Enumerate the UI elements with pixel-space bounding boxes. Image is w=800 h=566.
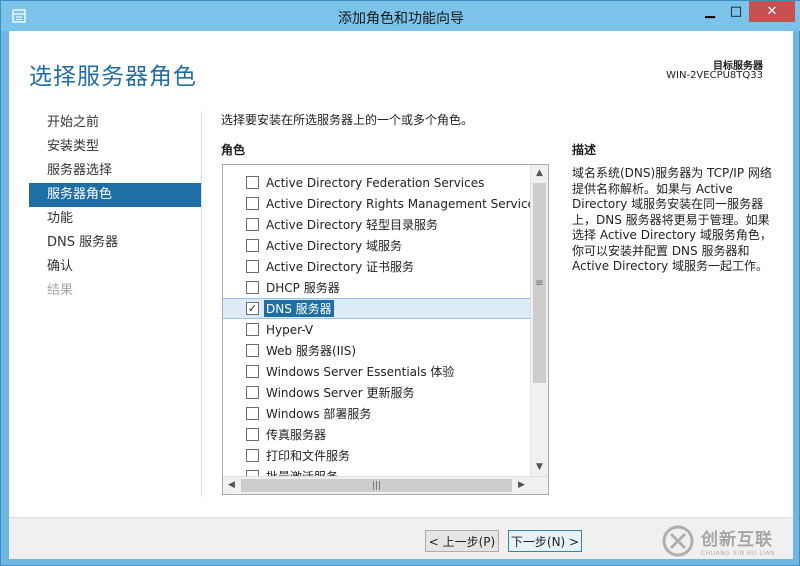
scroll-right-icon[interactable]: ▶ — [513, 477, 530, 494]
nav-item[interactable]: DNS 服务器 — [29, 231, 201, 255]
role-checkbox[interactable] — [246, 386, 259, 399]
role-row[interactable]: Active Directory 证书服务 — [223, 256, 530, 277]
role-checkbox[interactable] — [246, 449, 259, 462]
role-label: Web 服务器(IIS) — [266, 344, 357, 358]
nav-item[interactable]: 服务器角色 — [29, 183, 201, 207]
role-checkbox[interactable] — [246, 218, 259, 231]
wizard-window: 添加角色和功能向导 ▁ □ ✕ 选择服务器角色 目标服务器 WIN-2VECPU… — [0, 0, 800, 566]
nav-item: 结果 — [47, 283, 74, 298]
page-title: 选择服务器角色 — [29, 64, 197, 90]
nav-item[interactable]: 服务器选择 — [29, 159, 201, 183]
scroll-left-icon[interactable]: ◀ — [223, 477, 240, 494]
horizontal-scrollbar[interactable]: ◀ ||| ▶ — [223, 476, 548, 494]
watermark-logo-icon — [662, 525, 694, 556]
watermark-cn: 创新互联 — [701, 529, 773, 550]
window-title: 添加角色和功能向导 — [338, 11, 464, 27]
role-checkbox[interactable] — [246, 428, 259, 441]
role-checkbox[interactable] — [246, 281, 259, 294]
maximize-button[interactable]: □ — [723, 1, 749, 22]
role-checkbox[interactable] — [246, 260, 259, 273]
role-row[interactable]: Windows Server Essentials 体验 — [223, 361, 530, 382]
role-row[interactable]: 打印和文件服务 — [223, 445, 530, 466]
role-label: DHCP 服务器 — [266, 281, 340, 295]
wizard-content: 选择服务器角色 目标服务器 WIN-2VECPU8TQ33 开始之前 安装类型 服务… — [9, 31, 793, 559]
description-text: 域名系统(DNS)服务器为 TCP/IP 网络提供名称解析。如果与 Active… — [572, 166, 772, 273]
nav-item[interactable]: 开始之前 — [29, 111, 201, 135]
role-row[interactable]: Active Directory Federation Services — [223, 172, 530, 193]
role-label: Hyper-V — [266, 322, 314, 337]
minimize-icon: ▁ — [705, 4, 715, 19]
next-button[interactable]: 下一步(N) > — [508, 530, 582, 552]
role-row[interactable]: Active Directory Rights Management Servi… — [223, 193, 541, 214]
role-row[interactable]: Web 服务器(IIS) — [223, 340, 530, 361]
roles-list-items: Active Directory Federation Services Acti… — [223, 172, 541, 487]
nav-item[interactable]: 确认 — [29, 255, 201, 279]
instruction-text: 选择要安装在所选服务器上的一个或多个角色。 — [221, 113, 474, 127]
watermark-en: CHUANG XIN HU LIAN — [701, 549, 776, 557]
title-bar[interactable]: 添加角色和功能向导 ▁ □ ✕ — [1, 1, 800, 31]
role-checkbox[interactable] — [246, 239, 259, 252]
role-label: Active Directory 轻型目录服务 — [266, 218, 439, 232]
role-label: Windows 部署服务 — [266, 407, 372, 421]
role-checkbox[interactable] — [246, 407, 259, 420]
minimize-button[interactable]: ▁ — [697, 1, 723, 22]
scroll-down-icon[interactable]: ▼ — [531, 459, 548, 476]
watermark-text: 创新互联 CHUANG XIN HU LIAN — [701, 525, 775, 557]
previous-button[interactable]: < 上一步(P) — [425, 530, 499, 552]
role-row[interactable]: Windows Server 更新服务 — [223, 382, 530, 403]
role-label: 打印和文件服务 — [266, 449, 351, 463]
role-checkbox[interactable] — [246, 176, 259, 189]
roles-heading: 角色 — [221, 143, 246, 157]
role-row[interactable]: DHCP 服务器 — [223, 277, 530, 298]
role-checkbox[interactable] — [246, 365, 259, 378]
role-checkbox[interactable] — [246, 197, 259, 210]
wizard-nav: 开始之前 安装类型 服务器选择 服务器角色 功能 DNS 服务器 确认结果 — [29, 111, 201, 303]
nav-item[interactable]: 功能 — [29, 207, 201, 231]
nav-divider — [201, 111, 202, 497]
maximize-icon: □ — [729, 4, 743, 19]
role-label: Windows Server Essentials 体验 — [266, 365, 455, 379]
vertical-scroll-thumb[interactable]: ≡ — [533, 183, 546, 383]
checkmark-icon: ✓ — [247, 302, 258, 315]
role-row[interactable]: 传真服务器 — [223, 424, 530, 445]
horizontal-scroll-thumb[interactable]: ||| — [241, 479, 512, 492]
role-label: Active Directory 域服务 — [266, 239, 403, 253]
nav-item[interactable]: 安装类型 — [29, 135, 201, 159]
role-label: 传真服务器 — [266, 428, 327, 442]
roles-list[interactable]: Active Directory Federation Services Acti… — [222, 164, 549, 495]
role-checkbox[interactable] — [246, 344, 259, 357]
role-row[interactable]: Active Directory 轻型目录服务 — [223, 214, 530, 235]
watermark: 创新互联 CHUANG XIN HU LIAN — [655, 515, 800, 566]
close-button[interactable]: ✕ — [749, 1, 795, 22]
role-row[interactable]: Active Directory 域服务 — [223, 235, 530, 256]
role-checkbox[interactable]: ✓ — [246, 302, 259, 315]
role-label: Windows Server 更新服务 — [266, 386, 415, 400]
role-row[interactable]: Hyper-V — [223, 319, 530, 340]
scroll-up-icon[interactable]: ▲ — [531, 165, 548, 182]
description-heading: 描述 — [572, 143, 597, 157]
vertical-scrollbar[interactable]: ▲ ≡ ▼ — [530, 165, 548, 476]
role-label: Active Directory Federation Services — [266, 175, 485, 190]
role-label: Active Directory 证书服务 — [266, 260, 415, 274]
role-checkbox[interactable] — [246, 323, 259, 336]
role-label: Active Directory Rights Management Servi… — [266, 196, 542, 211]
role-row[interactable]: Windows 部署服务 — [223, 403, 530, 424]
role-label: DNS 服务器 — [264, 300, 334, 317]
role-row[interactable]: ✓ DNS 服务器 — [223, 298, 530, 319]
target-server-name: WIN-2VECPU8TQ33 — [666, 70, 763, 81]
close-icon: ✕ — [766, 4, 778, 19]
